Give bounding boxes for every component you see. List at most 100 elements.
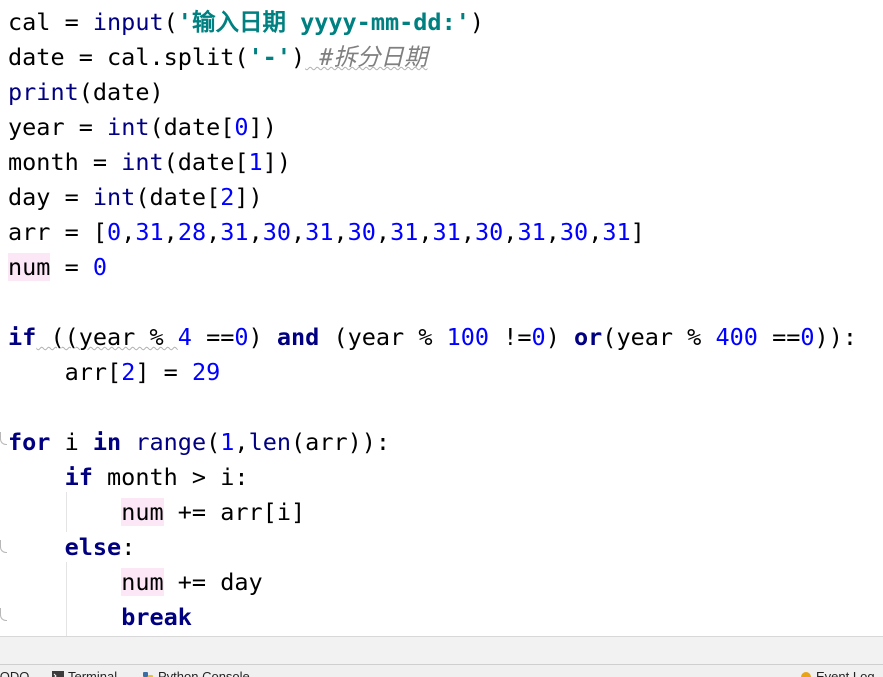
code-line-9[interactable]: if ((year % 4 ==0) and (year % 100 !=0) …: [8, 320, 857, 355]
code-text: ==: [192, 323, 234, 351]
number-literal: 100: [447, 323, 489, 351]
indent: [8, 463, 65, 491]
number-literal: 31: [517, 218, 545, 246]
number-literal: 0: [800, 323, 814, 351]
code-text: year =: [8, 113, 107, 141]
comment: #拆分日期: [305, 43, 427, 71]
code-text: month > i:: [93, 463, 249, 491]
keyword-else: else: [65, 533, 122, 561]
code-text: (date): [79, 78, 164, 106]
code-text: ]): [263, 148, 291, 176]
variable-num-highlight: num: [121, 498, 163, 526]
number-literal: 31: [433, 218, 461, 246]
number-literal: 31: [135, 218, 163, 246]
code-text: ]): [234, 183, 262, 211]
code-text: ]): [249, 113, 277, 141]
code-text: arr[: [8, 358, 121, 386]
variable-num-highlight: num: [8, 253, 50, 281]
builtin-len: len: [249, 428, 291, 456]
builtin-int: int: [107, 113, 149, 141]
code-text: ): [470, 8, 484, 36]
number-literal: 30: [348, 218, 376, 246]
code-line-5[interactable]: month = int(date[1]): [8, 145, 291, 180]
fold-marker[interactable]: [0, 432, 7, 445]
number-literal: 31: [220, 218, 248, 246]
code-line-16[interactable]: break: [8, 600, 192, 635]
code-text: date = cal.split(: [8, 43, 249, 71]
builtin-range: range: [135, 428, 206, 456]
keyword-if: if: [8, 323, 36, 351]
indent: [8, 568, 121, 596]
number-literal: 30: [263, 218, 291, 246]
fold-marker[interactable]: [0, 608, 7, 621]
code-text: ==: [758, 323, 800, 351]
code-text: (date[: [150, 113, 235, 141]
code-text: += day: [164, 568, 263, 596]
code-text: !=: [489, 323, 531, 351]
editor-bottom-strip: [0, 636, 883, 665]
number-literal: 30: [560, 218, 588, 246]
code-text: ]: [631, 218, 645, 246]
number-literal: 400: [715, 323, 757, 351]
fold-marker[interactable]: [0, 540, 7, 553]
number-literal: 31: [390, 218, 418, 246]
number-literal: 0: [234, 113, 248, 141]
keyword-for: for: [8, 428, 50, 456]
code-text: =: [50, 253, 92, 281]
builtin-int: int: [93, 183, 135, 211]
builtin-print: print: [8, 78, 79, 106]
builtin-int: int: [121, 148, 163, 176]
variable-num-highlight: num: [121, 568, 163, 596]
string-literal: '输入日期 yyyy-mm-dd:': [178, 8, 470, 36]
number-literal: 0: [532, 323, 546, 351]
number-literal: 4: [178, 323, 192, 351]
code-line-14[interactable]: else:: [8, 530, 135, 565]
code-text: ): [546, 323, 574, 351]
indent: [8, 498, 121, 526]
code-line-2[interactable]: date = cal.split('-') #拆分日期: [8, 40, 427, 75]
number-literal: 30: [475, 218, 503, 246]
code-line-3[interactable]: print(date): [8, 75, 164, 110]
code-text: cal =: [8, 8, 93, 36]
indent: [8, 603, 121, 631]
code-text: (date[: [135, 183, 220, 211]
keyword-or: or: [574, 323, 602, 351]
number-literal: 1: [249, 148, 263, 176]
code-text: month =: [8, 148, 121, 176]
number-literal: 29: [192, 358, 220, 386]
code-line-7[interactable]: arr = [0,31,28,31,30,31,30,31,31,30,31,3…: [8, 215, 645, 250]
code-text: (year %: [319, 323, 446, 351]
keyword-if: if: [65, 463, 93, 491]
code-text: i: [50, 428, 92, 456]
code-line-12[interactable]: if month > i:: [8, 460, 249, 495]
code-text: day =: [8, 183, 93, 211]
code-text: ,: [234, 428, 248, 456]
code-text: += arr[i]: [164, 498, 305, 526]
number-literal: 0: [107, 218, 121, 246]
code-line-15[interactable]: num += day: [8, 565, 263, 600]
number-literal: 2: [121, 358, 135, 386]
code-text: ] =: [135, 358, 192, 386]
code-text: (year %: [602, 323, 715, 351]
indent: [8, 533, 65, 561]
code-text: (: [206, 428, 220, 456]
code-line-10[interactable]: arr[2] = 29: [8, 355, 220, 390]
number-literal: 28: [178, 218, 206, 246]
code-line-4[interactable]: year = int(date[0]): [8, 110, 277, 145]
bottom-tool-window-bar: TODO Terminal Python Console Event Log: [0, 664, 883, 677]
code-line-1[interactable]: cal = input('输入日期 yyyy-mm-dd:'): [8, 5, 484, 40]
number-literal: 0: [93, 253, 107, 281]
code-text: (arr)):: [291, 428, 390, 456]
builtin-input: input: [93, 8, 164, 36]
code-line-6[interactable]: day = int(date[2]): [8, 180, 263, 215]
code-line-8[interactable]: num = 0: [8, 250, 107, 285]
code-editor[interactable]: cal = input('输入日期 yyyy-mm-dd:') date = c…: [0, 0, 883, 636]
number-literal: 1: [220, 428, 234, 456]
code-line-13[interactable]: num += arr[i]: [8, 495, 305, 530]
code-text: )):: [815, 323, 857, 351]
keyword-in: in: [93, 428, 121, 456]
code-line-11[interactable]: for i in range(1,len(arr)):: [8, 425, 390, 460]
number-literal: 0: [234, 323, 248, 351]
code-text: [121, 428, 135, 456]
number-literal: 31: [305, 218, 333, 246]
